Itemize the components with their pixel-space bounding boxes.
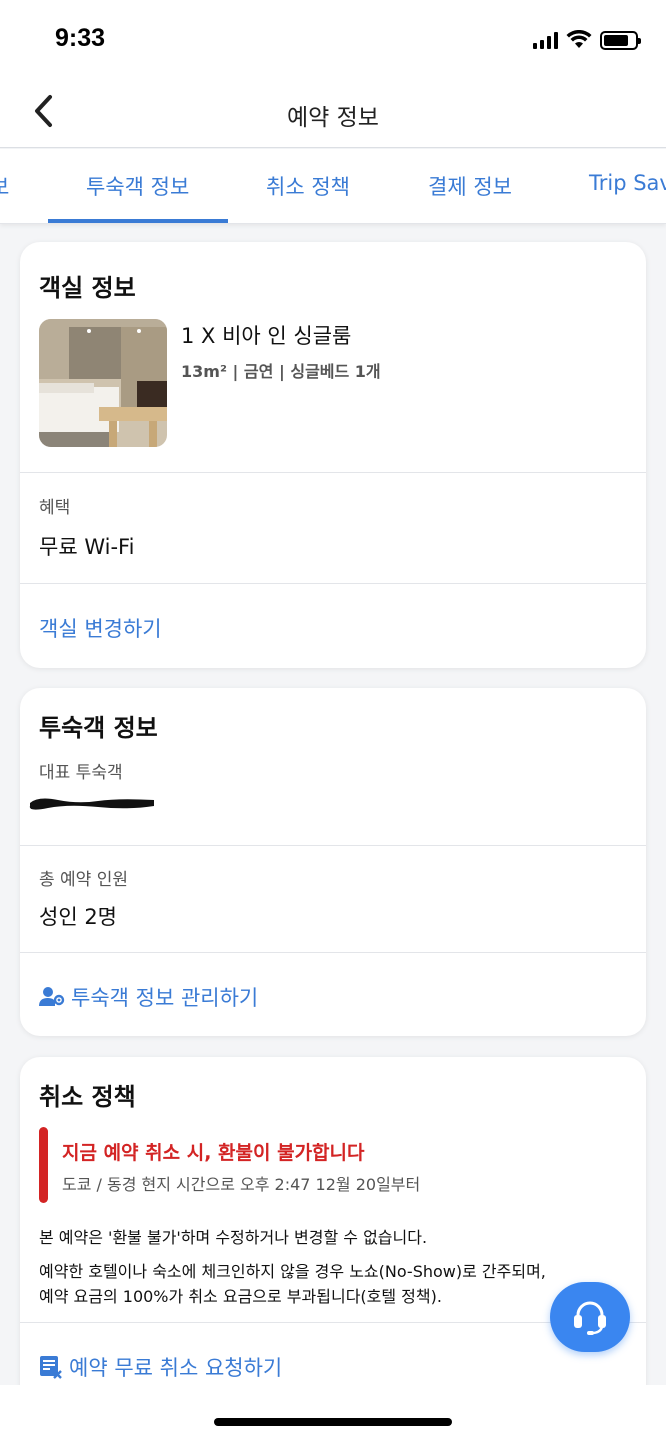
status-icons bbox=[533, 28, 641, 52]
divider bbox=[20, 472, 646, 473]
cancel-request-link[interactable]: 예약 무료 취소 요청하기 bbox=[39, 1352, 282, 1382]
cancel-warning-text: 지금 예약 취소 시, 환불이 불가합니다 bbox=[62, 1142, 365, 1164]
benefit-label: 혜택 bbox=[39, 498, 71, 518]
room-info-card: 객실 정보 1 X 비아 인 싱글룸 13m² | 금연 | 싱글베드 1개 혜… bbox=[20, 242, 646, 668]
bottom-safe-area bbox=[0, 1385, 666, 1440]
document-cancel-icon bbox=[40, 1356, 62, 1379]
benefit-value: 무료 Wi-Fi bbox=[39, 535, 135, 559]
tab-bar: 보 투숙객 정보 취소 정책 결제 정보 Trip Sav bbox=[0, 149, 666, 224]
main-guest-label: 대표 투숙객 bbox=[39, 763, 123, 783]
tab-payment-info[interactable]: 결제 정보 bbox=[428, 171, 512, 201]
cancel-warning-box: 지금 예약 취소 시, 환불이 불가합니다 도쿄 / 동경 현지 시간으로 오후… bbox=[39, 1127, 619, 1203]
guest-info-card: 투숙객 정보 대표 투숙객 총 예약 인원 성인 2명 투숙객 정보 관리하기 bbox=[20, 688, 646, 1036]
room-photo[interactable] bbox=[39, 319, 167, 447]
room-card-title: 객실 정보 bbox=[39, 274, 136, 302]
redacted-guest-name bbox=[29, 798, 154, 810]
policy-line-1: 본 예약은 '환불 불가'하며 수정하거나 변경할 수 없습니다. bbox=[39, 1228, 428, 1247]
page-title: 예약 정보 bbox=[287, 105, 379, 131]
cancel-request-label: 예약 무료 취소 요청하기 bbox=[69, 1356, 283, 1380]
tab-active-indicator bbox=[48, 219, 228, 223]
tab-cancel-policy[interactable]: 취소 정책 bbox=[266, 171, 350, 201]
cancel-card-title: 취소 정책 bbox=[39, 1083, 136, 1111]
wifi-icon bbox=[566, 30, 592, 48]
manage-guest-label: 투숙객 정보 관리하기 bbox=[71, 986, 259, 1010]
status-bar: 9:33 bbox=[0, 0, 666, 78]
tab-basic[interactable]: 보 bbox=[0, 171, 9, 201]
signal-icon bbox=[533, 31, 558, 49]
nav-header: 예약 정보 bbox=[0, 78, 666, 148]
divider bbox=[20, 952, 646, 953]
divider bbox=[20, 583, 646, 584]
battery-icon bbox=[600, 30, 641, 50]
room-specs: 13m² | 금연 | 싱글베드 1개 bbox=[181, 362, 381, 381]
guest-card-title: 투숙객 정보 bbox=[39, 714, 158, 742]
status-time: 9:33 bbox=[55, 24, 106, 52]
room-photo-image bbox=[39, 319, 167, 447]
headset-icon bbox=[574, 1301, 606, 1335]
divider bbox=[20, 845, 646, 846]
tab-guest-info[interactable]: 투숙객 정보 bbox=[86, 171, 189, 201]
total-guests-label: 총 예약 인원 bbox=[39, 870, 129, 890]
total-guests-value: 성인 2명 bbox=[39, 905, 117, 929]
user-gear-icon bbox=[39, 987, 65, 1006]
warning-bar bbox=[39, 1127, 48, 1203]
manage-guest-link[interactable]: 투숙객 정보 관리하기 bbox=[39, 982, 258, 1012]
cancel-policy-card: 취소 정책 지금 예약 취소 시, 환불이 불가합니다 도쿄 / 동경 현지 시… bbox=[20, 1057, 646, 1417]
cancel-time-note: 도쿄 / 동경 현지 시간으로 오후 2:47 12월 20일부터 bbox=[62, 1175, 421, 1194]
customer-support-button[interactable] bbox=[550, 1282, 630, 1352]
policy-line-3: 예약 요금의 100%가 취소 요금으로 부과됩니다(호텔 정책). bbox=[39, 1287, 442, 1306]
change-room-link[interactable]: 객실 변경하기 bbox=[39, 613, 162, 643]
policy-line-2: 예약한 호텔이나 숙소에 체크인하지 않을 경우 노쇼(No-Show)로 간주… bbox=[39, 1262, 546, 1281]
home-indicator bbox=[214, 1418, 452, 1426]
tab-trip-save[interactable]: Trip Sav bbox=[589, 171, 666, 195]
room-name: 1 X 비아 인 싱글룸 bbox=[181, 324, 352, 348]
